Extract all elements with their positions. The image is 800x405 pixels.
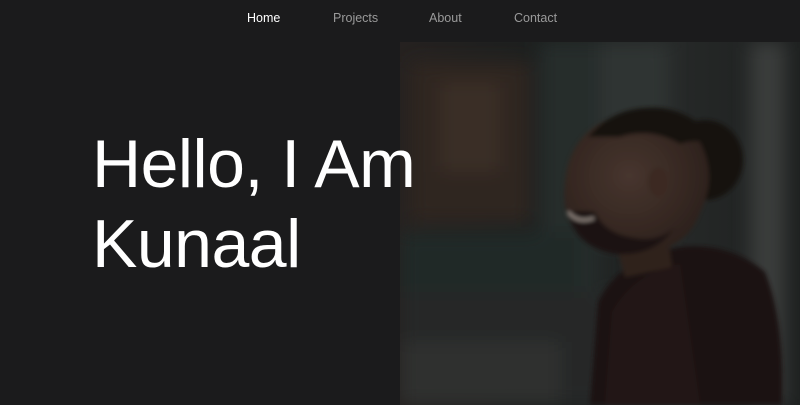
hero-portrait-photo — [400, 42, 800, 405]
hero-heading-line-2: Kunaal — [92, 206, 301, 282]
nav-contact-link[interactable]: Contact — [514, 11, 557, 25]
portfolio-page: Home Projects About Contact Hello, I Am … — [0, 0, 800, 405]
nav-about-link[interactable]: About — [429, 11, 462, 25]
photo-dark-overlay — [400, 42, 800, 405]
nav-projects-link[interactable]: Projects — [333, 11, 378, 25]
hero-heading: Hello, I Am Kunaal — [92, 124, 416, 284]
nav-home-link[interactable]: Home — [247, 11, 280, 25]
top-navigation: Home Projects About Contact — [0, 0, 800, 40]
hero-heading-line-1: Hello, I Am — [92, 126, 416, 202]
